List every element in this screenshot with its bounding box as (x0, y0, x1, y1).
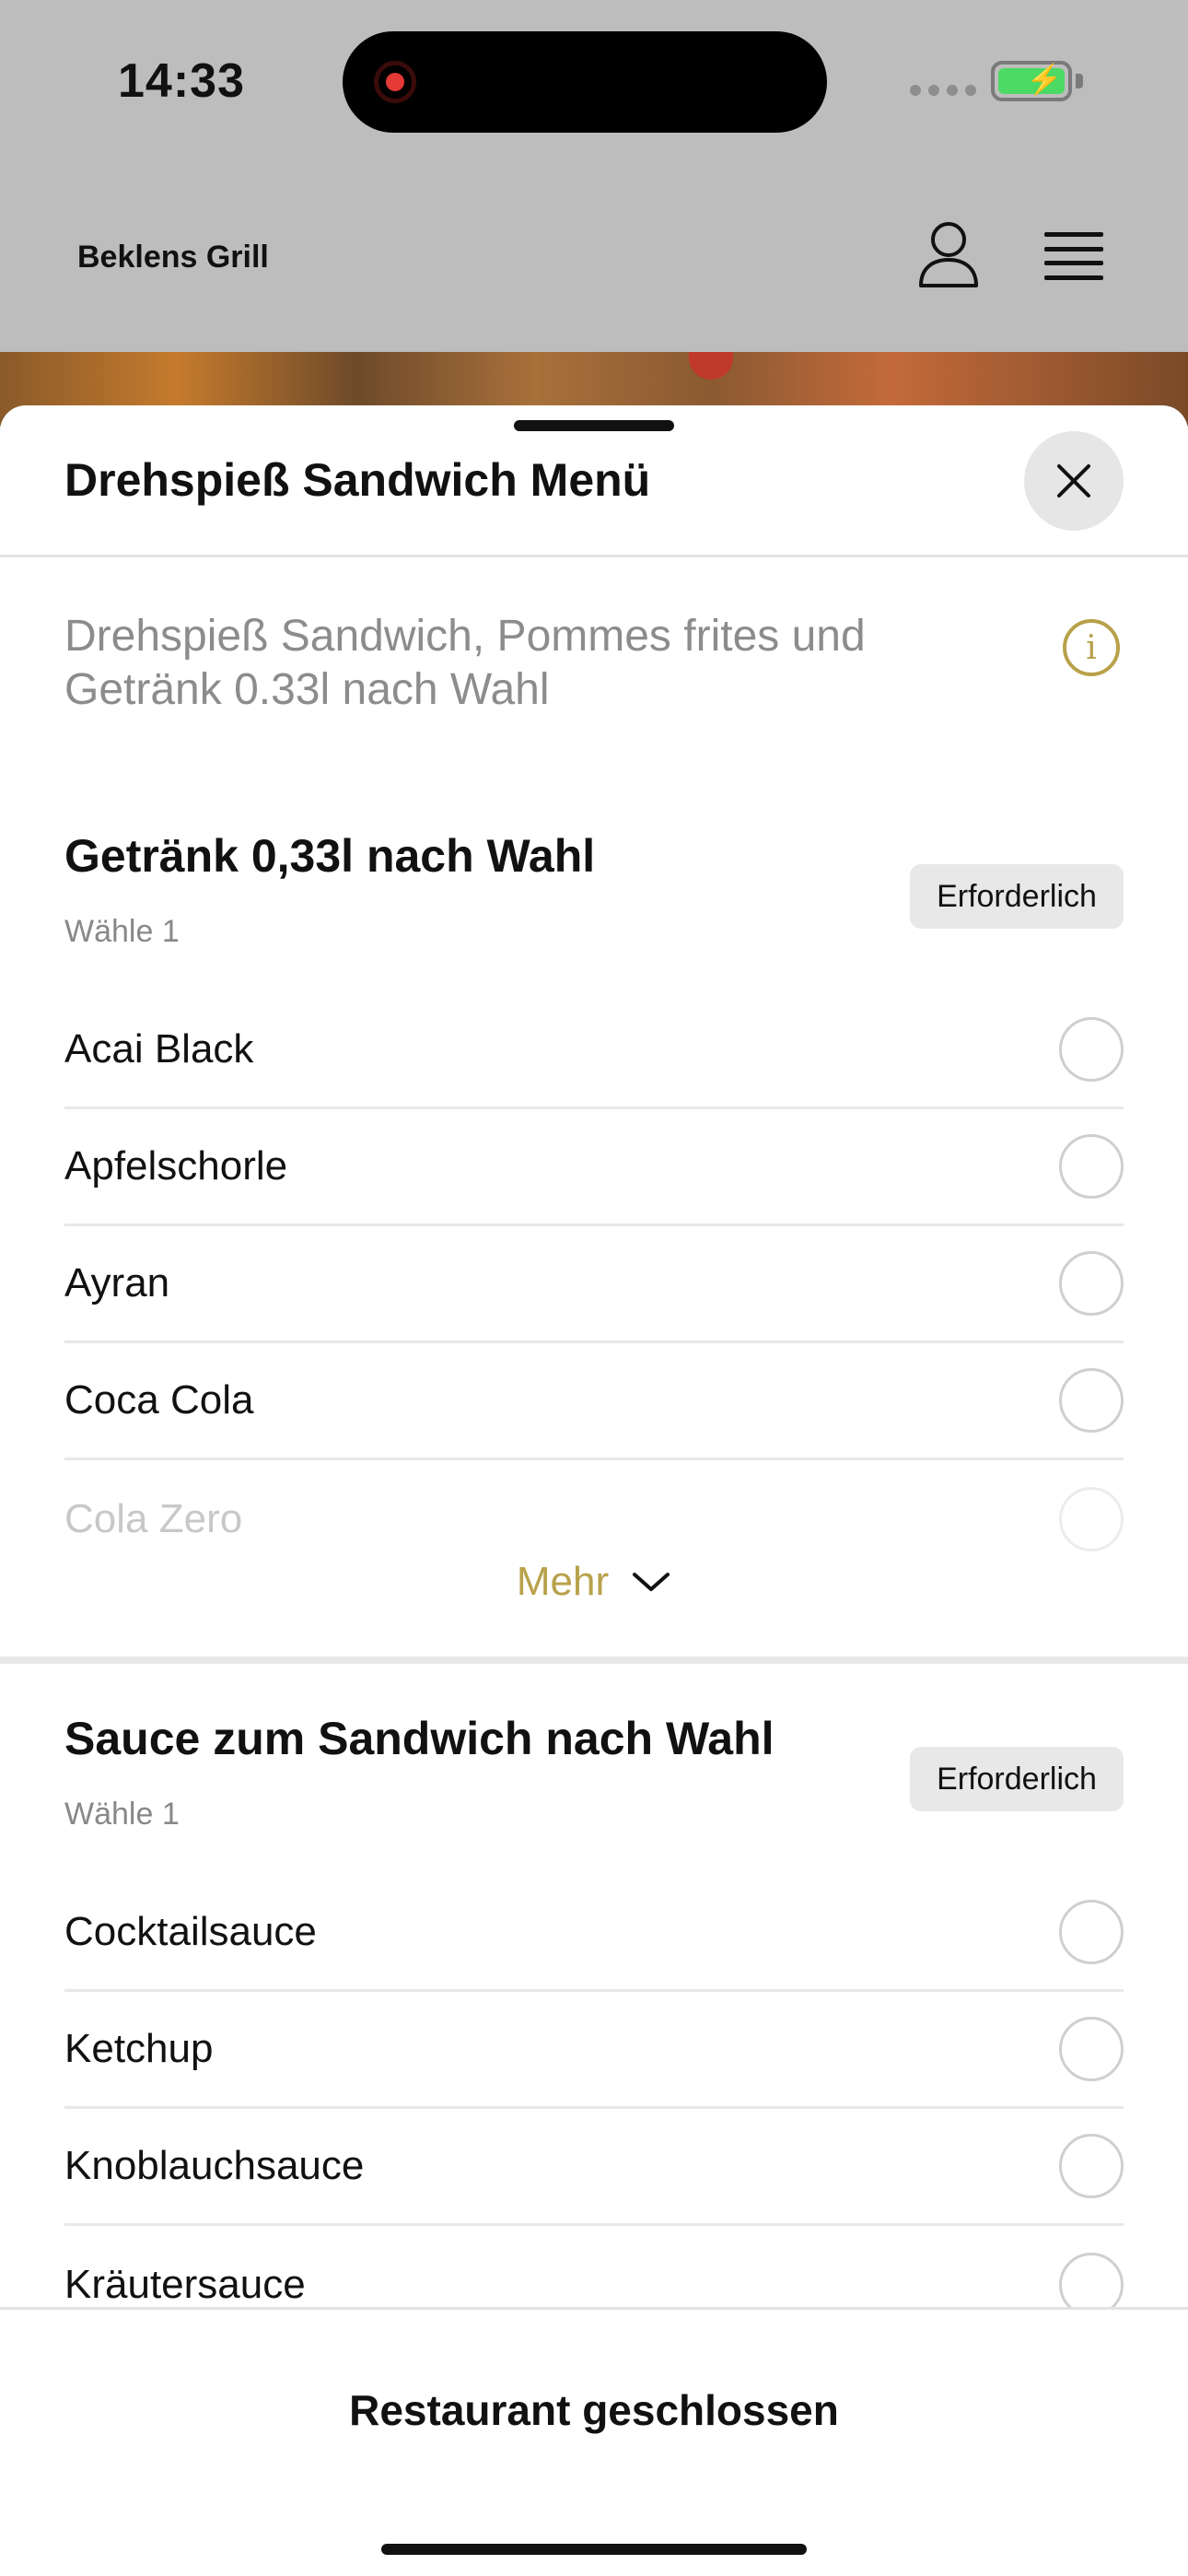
group-subtitle-drink: Wähle 1 (64, 914, 180, 949)
restaurant-closed-label: Restaurant geschlossen (349, 2386, 839, 2434)
home-indicator[interactable] (381, 2544, 807, 2555)
radio-button[interactable] (1059, 1486, 1124, 1551)
group-title-sauce: Sauce zum Sandwich nach Wahl (64, 1713, 775, 1764)
close-icon (1057, 464, 1090, 498)
option-knoblauchsauce[interactable]: Knoblauchsauce (64, 2109, 1124, 2226)
required-badge: Erforderlich (910, 864, 1124, 929)
required-badge: Erforderlich (910, 1747, 1124, 1811)
hero-tomato (689, 352, 733, 380)
radio-button[interactable] (1059, 2134, 1124, 2198)
option-label: Cocktailsauce (64, 1909, 317, 1954)
restaurant-name: Beklens Grill (77, 240, 269, 275)
radio-button[interactable] (1059, 1251, 1124, 1316)
radio-button[interactable] (1059, 1368, 1124, 1433)
status-bar: 14:33 ⚡ (0, 0, 1188, 166)
dynamic-island (343, 31, 827, 133)
sheet-title: Drehspieß Sandwich Menü (64, 454, 651, 506)
option-ketchup[interactable]: Ketchup (64, 1992, 1124, 2109)
option-label: Cola Zero (64, 1495, 243, 1541)
recording-icon (374, 61, 416, 103)
footer-bar: Restaurant geschlossen (0, 2307, 1188, 2576)
radio-button[interactable] (1059, 1134, 1124, 1199)
option-label: Coca Cola (64, 1377, 254, 1423)
option-label: Knoblauchsauce (64, 2143, 365, 2188)
option-ayran[interactable]: Ayran (64, 1226, 1124, 1343)
chevron-down-icon (633, 1573, 670, 1591)
user-icon[interactable] (917, 219, 980, 289)
status-time: 14:33 (118, 54, 245, 108)
option-label: Acai Black (64, 1026, 254, 1071)
option-label: Kräutersauce (64, 2261, 306, 2307)
option-acai-black[interactable]: Acai Black (64, 992, 1124, 1109)
sheet-grabber[interactable] (514, 420, 674, 431)
sheet-divider (0, 555, 1188, 557)
signal-icon (910, 85, 976, 96)
battery-charging-icon: ⚡ (991, 61, 1072, 101)
group-subtitle-sauce: Wähle 1 (64, 1797, 180, 1832)
show-more-label: Mehr (516, 1559, 610, 1604)
menu-icon[interactable] (1044, 232, 1103, 280)
battery-cap (1076, 74, 1083, 88)
product-sheet: Drehspieß Sandwich Menü Drehspieß Sandwi… (0, 405, 1188, 2576)
radio-button[interactable] (1059, 1017, 1124, 1082)
option-coca-cola[interactable]: Coca Cola (64, 1343, 1124, 1460)
show-more-button[interactable]: Mehr (0, 1559, 1188, 1605)
app-header: Beklens Grill (0, 166, 1188, 352)
option-cocktailsauce[interactable]: Cocktailsauce (64, 1875, 1124, 1992)
radio-button[interactable] (1059, 1900, 1124, 1964)
option-label: Ketchup (64, 2026, 214, 2071)
close-button[interactable] (1024, 431, 1124, 531)
section-separator (0, 1657, 1188, 1664)
radio-button[interactable] (1059, 2017, 1124, 2081)
product-description: Drehspieß Sandwich, Pommes frites und Ge… (64, 612, 866, 714)
info-icon[interactable]: i (1063, 619, 1120, 676)
option-apfelschorle[interactable]: Apfelschorle (64, 1109, 1124, 1226)
option-label: Apfelschorle (64, 1143, 288, 1188)
option-label: Ayran (64, 1260, 170, 1306)
group-title-drink: Getränk 0,33l nach Wahl (64, 830, 596, 882)
